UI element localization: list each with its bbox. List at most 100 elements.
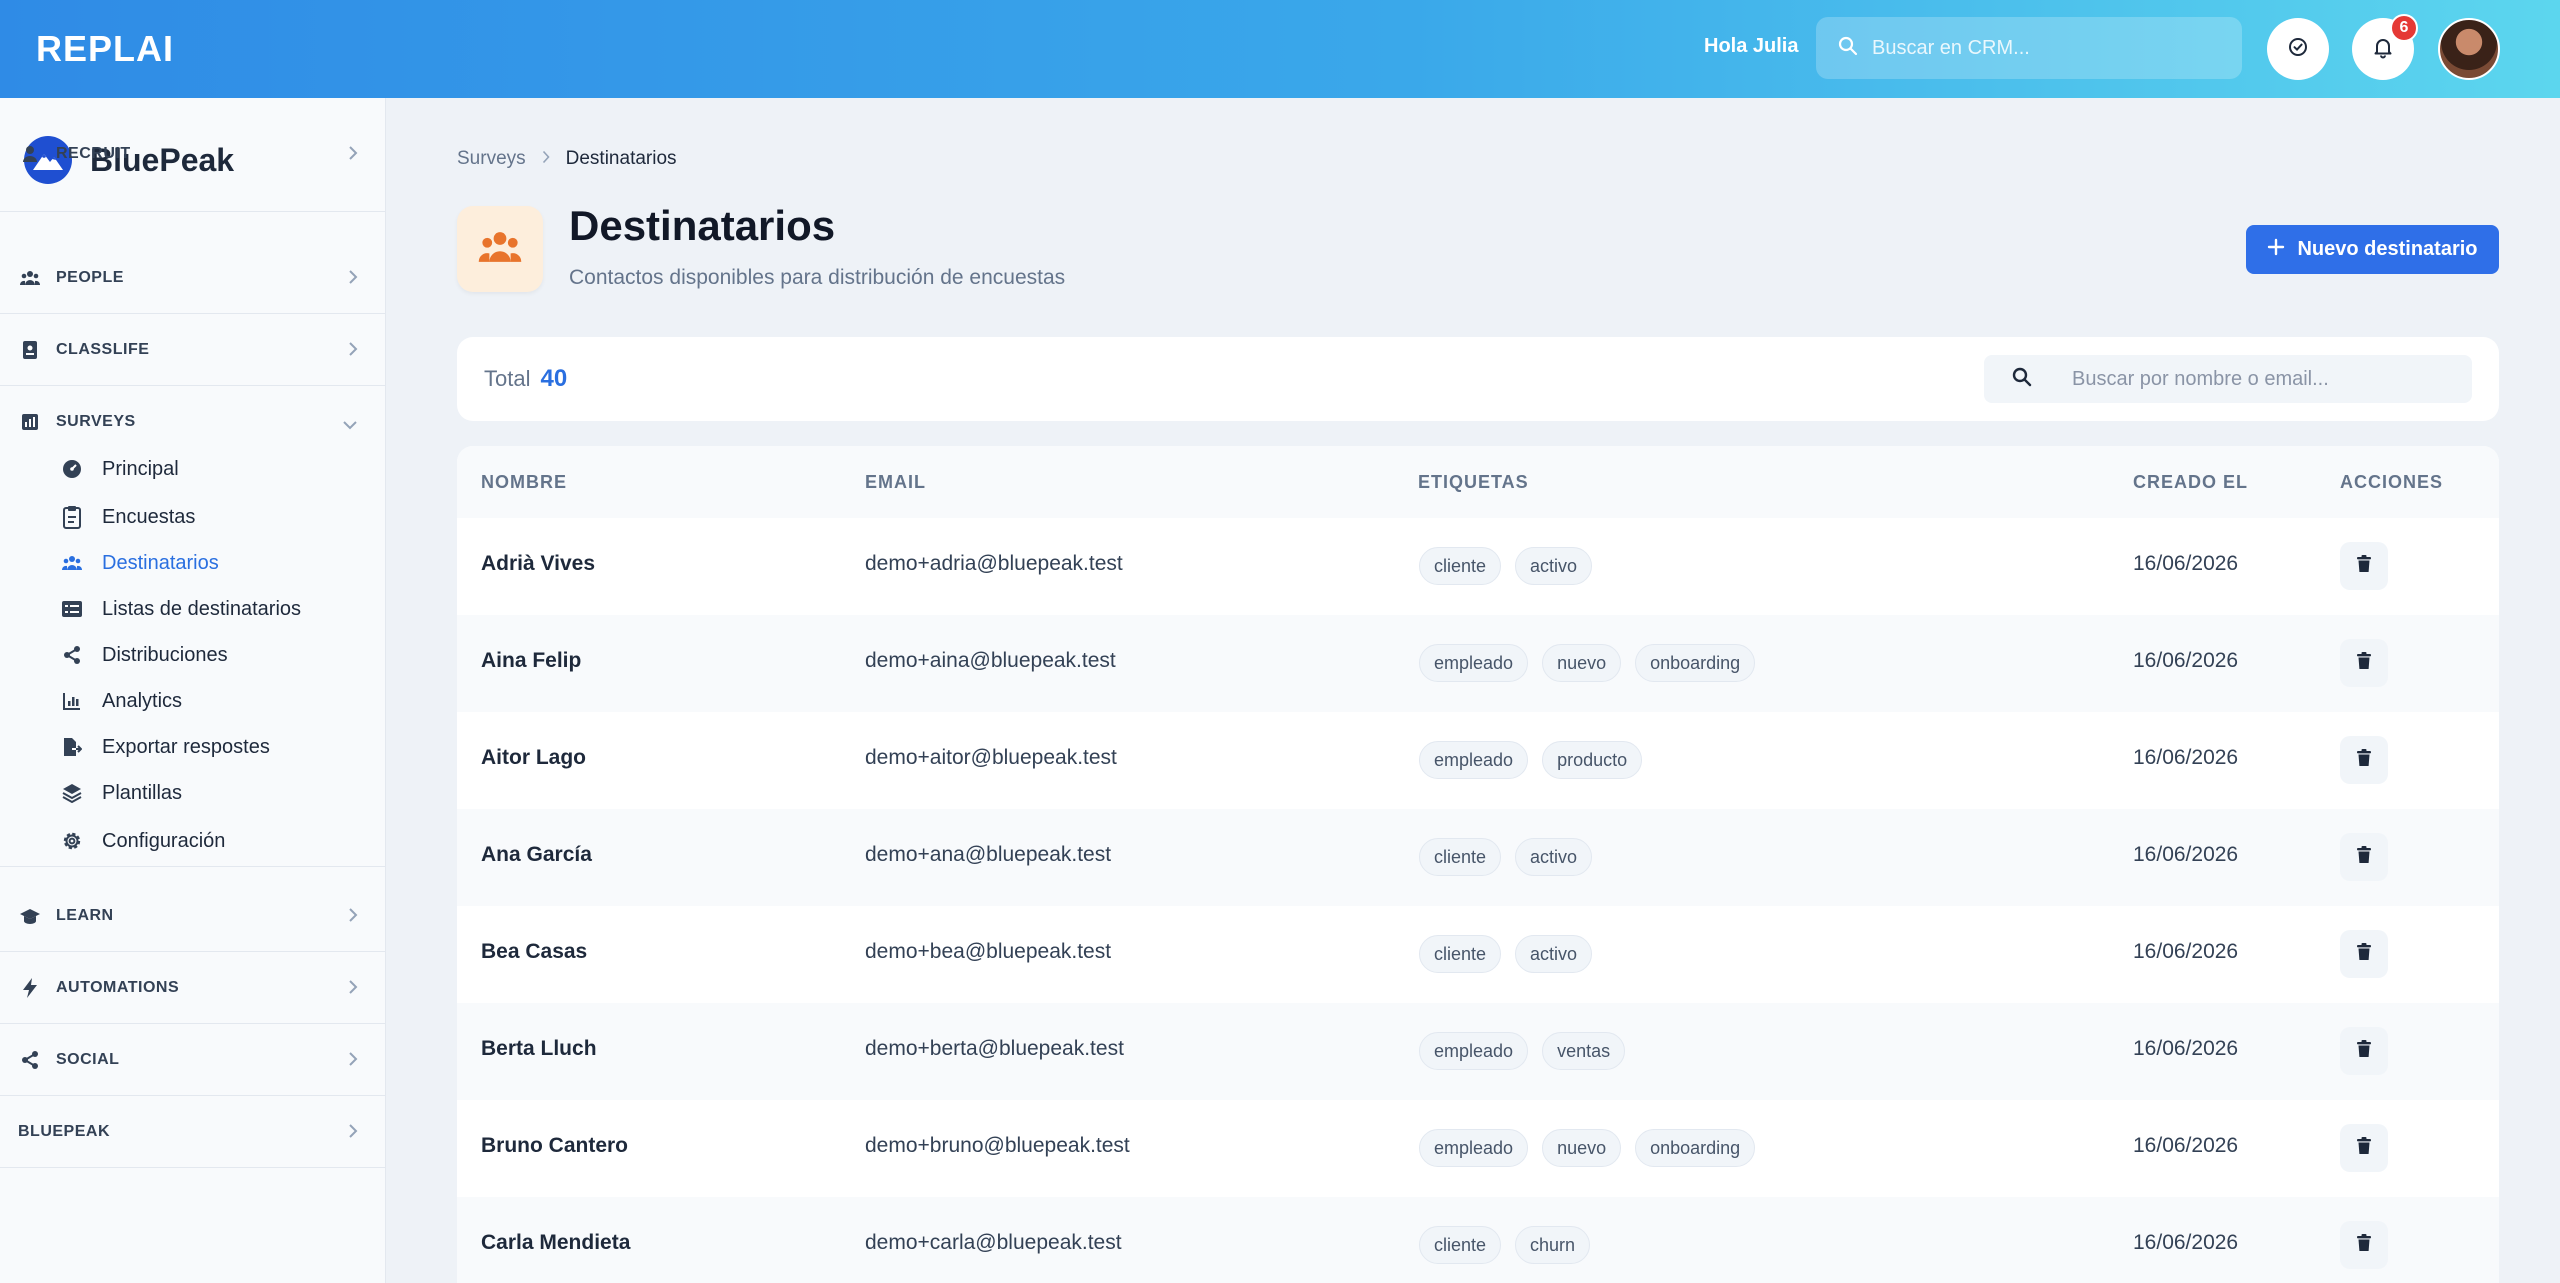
table-row[interactable]: Carla Mendieta demo+carla@bluepeak.test cl… [457, 1197, 2499, 1283]
table-row[interactable]: Bruno Cantero demo+bruno@bluepeak.test emp… [457, 1100, 2499, 1197]
trash-icon [2356, 942, 2372, 966]
app-logo[interactable]: REPLAI [36, 28, 174, 70]
delete-button[interactable] [2340, 1027, 2388, 1075]
sidebar-section-social[interactable]: SOCIAL [0, 1024, 386, 1096]
sidebar-item-exportar[interactable]: Exportar respostes [60, 727, 270, 767]
gauge-icon [60, 457, 84, 481]
notifications-button[interactable]: 6 [2352, 14, 2418, 80]
sidebar-item-destinatarios-link[interactable]: Destinatarios [60, 543, 219, 583]
trash-icon [2356, 1039, 2372, 1063]
delete-button[interactable] [2340, 639, 2388, 687]
recipient-search-input[interactable] [2072, 367, 2462, 391]
delete-button[interactable] [2340, 1221, 2388, 1269]
sidebar-section-recruit[interactable]: RECRUIT [0, 118, 386, 190]
created-date: 16/06/2026 [2133, 746, 2239, 769]
table-row[interactable]: Bea Casas demo+bea@bluepeak.test cliente ac… [457, 906, 2499, 1003]
recipient-email: demo+berta@bluepeak.test [865, 1037, 1124, 1060]
sidebar-item-principal[interactable]: Principal [60, 449, 179, 489]
table-row[interactable]: Ana García demo+ana@bluepeak.test cliente a… [457, 809, 2499, 906]
bar-chart-icon [20, 412, 40, 432]
table-row[interactable]: Aina Felip demo+aina@bluepeak.test emplead… [457, 615, 2499, 712]
user-avatar[interactable] [2438, 18, 2500, 80]
recipient-name: Ana García [481, 843, 592, 866]
sidebar-section-label: BLUEPEAK [18, 1122, 111, 1140]
recipient-email: demo+bea@bluepeak.test [865, 940, 1112, 963]
sidebar-section-people[interactable]: PEOPLE [0, 242, 386, 314]
chevron-right-icon [348, 269, 358, 290]
sidebar-section-bluepeak[interactable]: BLUEPEAK [0, 1096, 386, 1168]
sidebar-item-encuestas[interactable]: Encuestas [60, 497, 195, 537]
table-row[interactable]: Aitor Lago demo+aitor@bluepeak.test emplea… [457, 712, 2499, 809]
sidebar-section-classlife[interactable]: CLASSLIFE [0, 314, 386, 386]
delete-button[interactable] [2340, 833, 2388, 881]
column-header-acciones: ACCIONES [2340, 472, 2444, 492]
sidebar-section-surveys[interactable]: SURVEYS [0, 386, 386, 458]
tag-badge: activo [1515, 547, 1593, 585]
tasks-button[interactable] [2267, 18, 2329, 80]
gear-icon [60, 829, 84, 853]
recipient-email: demo+ana@bluepeak.test [865, 843, 1112, 866]
graduation-cap-icon [20, 906, 40, 926]
new-recipient-button[interactable]: Nuevo destinatario [2246, 225, 2499, 274]
recipient-name: Bruno Cantero [481, 1134, 628, 1157]
breadcrumb-current: Destinatarios [565, 148, 677, 169]
tag-badge: activo [1515, 935, 1593, 973]
column-header-nombre[interactable]: NOMBRE [481, 472, 567, 493]
global-search-input[interactable] [1872, 36, 2212, 60]
delete-button[interactable] [2340, 1124, 2388, 1172]
page-icon [457, 206, 543, 292]
table-row[interactable]: Berta Lluch demo+berta@bluepeak.test emple… [457, 1003, 2499, 1100]
sidebar-item-configuracion[interactable]: Configuración [60, 821, 225, 861]
table-row[interactable]: Adrià Vives demo+adria@bluepeak.test clien… [457, 518, 2499, 615]
sidebar-item-plantillas[interactable]: Plantillas [60, 773, 182, 813]
page-title: Destinatarios [569, 202, 836, 249]
tag-badge: churn [1515, 1226, 1591, 1264]
sidebar-item-label: Destinatarios [102, 551, 219, 574]
trash-icon [2356, 1136, 2372, 1160]
sidebar-item-label: Distribuciones [102, 643, 228, 666]
tag-badge: onboarding [1635, 1129, 1756, 1167]
recipient-name: Aina Felip [481, 649, 582, 672]
sidebar-item-listas[interactable]: Listas de destinatarios [60, 589, 301, 629]
breadcrumb-link[interactable]: Surveys [457, 148, 526, 170]
column-header-etiquetas[interactable]: ETIQUETAS [1418, 472, 1529, 493]
trash-icon [2356, 748, 2372, 772]
breadcrumb: Surveys Destinatarios [457, 148, 677, 170]
list-icon [60, 597, 84, 621]
sidebar-item-label: Exportar respostes [102, 735, 270, 758]
search-icon [1838, 36, 1858, 61]
trash-icon [2356, 554, 2372, 578]
sidebar-divider [0, 866, 386, 867]
recipient-search[interactable] [1984, 355, 2472, 403]
column-header-creado[interactable]: CREADO EL [2133, 472, 2248, 493]
summary-toolbar: Total 40 [457, 337, 2499, 421]
chevron-right-icon [348, 145, 358, 166]
column-header-email[interactable]: EMAIL [865, 472, 926, 493]
tag-badge: ventas [1542, 1032, 1626, 1070]
delete-button[interactable] [2340, 930, 2388, 978]
people-group-icon [477, 230, 523, 269]
delete-button[interactable] [2340, 542, 2388, 590]
file-export-icon [60, 735, 84, 759]
tag-badge: nuevo [1542, 644, 1622, 682]
created-date: 16/06/2026 [2133, 1134, 2239, 1157]
notification-badge: 6 [2390, 14, 2418, 42]
recipient-name: Aitor Lago [481, 746, 586, 769]
sidebar-section-label: CLASSLIFE [56, 340, 150, 358]
sidebar-item-label: Plantillas [102, 781, 183, 804]
delete-button[interactable] [2340, 736, 2388, 784]
sidebar-section-automations[interactable]: AUTOMATIONS [0, 952, 386, 1024]
chevron-right-icon [542, 148, 550, 170]
recipient-email: demo+carla@bluepeak.test [865, 1231, 1122, 1254]
sidebar-item-analytics[interactable]: Analytics [60, 681, 182, 721]
sidebar-section-learn[interactable]: LEARN [0, 880, 386, 952]
recipients-table: NOMBRE EMAIL ETIQUETAS CREADO EL ACCIONE… [457, 446, 2499, 1283]
tag-badge: nuevo [1542, 1129, 1622, 1167]
table-header: NOMBRE EMAIL ETIQUETAS CREADO EL ACCIONE… [457, 446, 2499, 518]
chevron-right-icon [348, 1123, 358, 1144]
global-search[interactable] [1816, 17, 2242, 79]
page-subtitle: Contactos disponibles para distribución … [569, 266, 1066, 289]
created-date: 16/06/2026 [2133, 649, 2239, 672]
sidebar-item-distribuciones[interactable]: Distribuciones [60, 635, 228, 675]
total-value: 40 [540, 365, 568, 392]
